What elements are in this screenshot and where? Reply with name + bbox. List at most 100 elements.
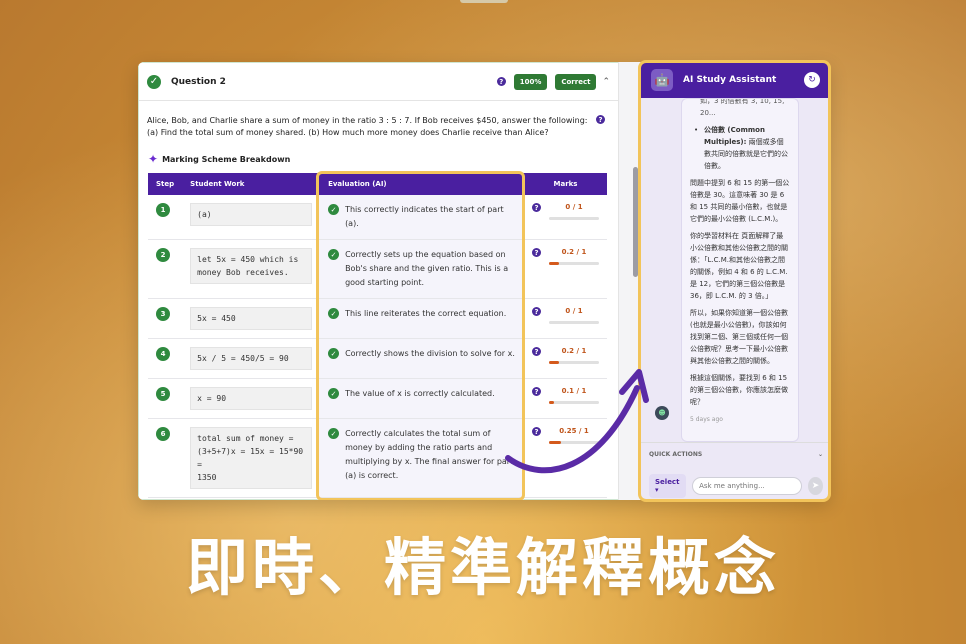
step-cell: 1 [148, 195, 183, 240]
pane-divider [618, 62, 640, 500]
chat-input[interactable] [692, 477, 803, 495]
step-cell: 5 [148, 378, 183, 419]
evaluation-text: Correctly shows the division to solve fo… [345, 349, 515, 358]
step-number: 1 [156, 203, 170, 217]
col-student-work: Student Work [182, 173, 321, 195]
marks-cell: ? 0 / 1 [523, 298, 607, 339]
col-evaluation: Evaluation (AI) [320, 173, 524, 195]
select-dropdown[interactable]: Select ▾ [649, 474, 687, 498]
student-work: 5x / 5 = 450/5 = 90 [190, 347, 313, 370]
step-number: 2 [156, 248, 170, 262]
check-icon: ✓ [328, 348, 340, 359]
marking-scheme-heading: ✦ Marking Scheme Breakdown [148, 152, 290, 166]
chevron-up-icon[interactable]: ⌃ [602, 77, 610, 87]
help-icon[interactable]: ? [531, 347, 541, 356]
help-icon[interactable]: ? [531, 203, 541, 212]
help-icon[interactable]: ? [496, 77, 506, 86]
assistant-panel: 🤖 AI Study Assistant ↻ 如，3 的倍數有 3, 10, 1… [640, 62, 830, 500]
message-fragment: 如，3 的倍數有 3, 10, 15, 20... [700, 98, 785, 117]
message-timestamp: 5 days ago [690, 416, 723, 423]
quick-actions-label: QUICK ACTIONS [649, 451, 703, 458]
step-cell: 2 [148, 239, 183, 299]
student-work: 5x = 450 [190, 307, 313, 330]
marks-cell: ? 0.25 / 1 [523, 418, 607, 498]
help-icon[interactable]: ? [531, 427, 541, 436]
check-icon: ✓ [328, 388, 340, 399]
table-row: 6 total sum of money = (3+5+7)x = 15x = 1… [148, 418, 607, 498]
bot-avatar-icon: ☻ [655, 406, 669, 420]
marks-score: 0 / 1 [565, 203, 583, 211]
marks-cell: ? 0.2 / 1 [523, 239, 607, 299]
help-icon[interactable]: ? [531, 387, 541, 396]
marks-cell: ? 0.1 / 1 [523, 378, 607, 419]
step-number: 3 [156, 307, 170, 321]
message-bullet: 公倍數 (Common Multiples): 兩個或多個數共同的倍數就是它們的… [690, 124, 790, 172]
quick-actions[interactable]: QUICK ACTIONS ⌄ [641, 442, 830, 464]
marks-progress-fill [548, 401, 554, 404]
sparkle-icon: ✦ [148, 152, 159, 166]
marks-progress-bar [548, 262, 599, 265]
message-paragraph-4: 根據這個關係，要找到 6 和 15 的第三個公倍數，你應該怎麼做呢？ [690, 374, 788, 406]
headline: 即時、精準解釋概念 [185, 531, 780, 604]
step-number: 4 [156, 347, 170, 361]
evaluation-text: This correctly indicates the start of pa… [345, 205, 504, 228]
marks-progress-fill [548, 262, 559, 265]
student-work-cell: 5x = 450 [182, 298, 321, 339]
evaluation-cell: ✓ This correctly indicates the start of p… [320, 195, 524, 240]
help-icon[interactable]: ? [531, 307, 541, 316]
step-number: 6 [156, 427, 170, 441]
marks-progress-bar [548, 217, 599, 220]
chat-composer: Select ▾ ➤ [641, 472, 830, 500]
check-icon: ✓ [328, 249, 340, 260]
table-row: 4 5x / 5 = 450/5 = 90 ✓ Correctly shows the… [148, 338, 607, 379]
marks-score: 0.1 / 1 [561, 387, 587, 395]
student-work: (a) [190, 203, 313, 226]
question-help-icon[interactable]: ? [596, 115, 605, 124]
scrollbar-thumb[interactable] [633, 167, 638, 277]
student-work: x = 90 [190, 387, 313, 410]
evaluation-cell: ✓ Correctly sets up the equation based on… [320, 239, 524, 299]
evaluation-cell: ✓This correctly indicates the start of p… [320, 497, 524, 500]
message-paragraph-3: 所以，如果你知道第一個公倍數 (也就是最小公倍數)，你該如何找到第二個、第三個或… [690, 309, 788, 365]
col-step: Step [148, 173, 183, 195]
check-icon: ✓ [147, 74, 161, 89]
evaluation-cell: ✓ This line reiterates the correct equati… [320, 298, 524, 339]
top-notch [460, 0, 508, 3]
marks-cell: ? 0 / 1 [523, 195, 607, 240]
evaluation-cell: ✓ Correctly shows the division to solve f… [320, 338, 524, 379]
marks-score: 0 / 1 [565, 307, 583, 315]
evaluation-text: Correctly sets up the equation based on … [345, 250, 509, 287]
message-paragraph-1: 問題中提到 6 和 15 的第一個公倍數是 30。這意味著 30 是 6 和 1… [690, 179, 790, 223]
step-cell: 7 [148, 497, 183, 500]
marks-progress-bar [548, 441, 599, 444]
student-work-cell: let 5x = 450 which is money Bob receives… [182, 239, 321, 299]
marks-progress-bar [548, 321, 599, 324]
assistant-title: AI Study Assistant [683, 75, 777, 85]
table-header-row: Step Student Work Evaluation (AI) Marks [148, 173, 607, 195]
marks-cell: ?0 / 1 [523, 497, 607, 500]
help-icon[interactable]: ? [531, 248, 541, 257]
send-icon[interactable]: ➤ [808, 477, 823, 495]
table-row: 5 x = 90 ✓ The value of x is correctly calc… [148, 378, 607, 419]
question-header[interactable]: ✓ Question 2 ? 100% Correct ⌃ [139, 63, 618, 101]
student-work: let 5x = 450 which is money Bob receives… [190, 248, 313, 284]
status-pill: Correct [555, 73, 597, 90]
check-icon: ✓ [328, 204, 340, 215]
refresh-icon[interactable]: ↻ [804, 72, 820, 88]
step-cell: 3 [148, 298, 183, 339]
table-row: 1 (a) ✓ This correctly indicates the start … [148, 195, 607, 240]
evaluation-text: Correctly calculates the total sum of mo… [345, 429, 514, 480]
marks-score: 0.2 / 1 [561, 347, 587, 355]
marks-progress-fill [548, 441, 562, 444]
step-number: 5 [156, 387, 170, 401]
student-work: total sum of money = (3+5+7)x = 15x = 15… [190, 427, 313, 489]
student-work-cell: x = 90 [182, 378, 321, 419]
table-row: 3 5x = 450 ✓ This line reiterates the corre… [148, 298, 607, 339]
marks-progress-bar [548, 401, 599, 404]
question-text: Alice, Bob, and Charlie share a sum of m… [147, 116, 588, 137]
assistant-message: 如，3 的倍數有 3, 10, 15, 20... 公倍數 (Common Mu… [681, 98, 799, 442]
check-icon: ✓ [328, 428, 340, 439]
check-icon: ✓ [328, 308, 340, 319]
marks-progress-fill [548, 361, 559, 364]
marking-table: Step Student Work Evaluation (AI) Marks … [148, 173, 607, 500]
